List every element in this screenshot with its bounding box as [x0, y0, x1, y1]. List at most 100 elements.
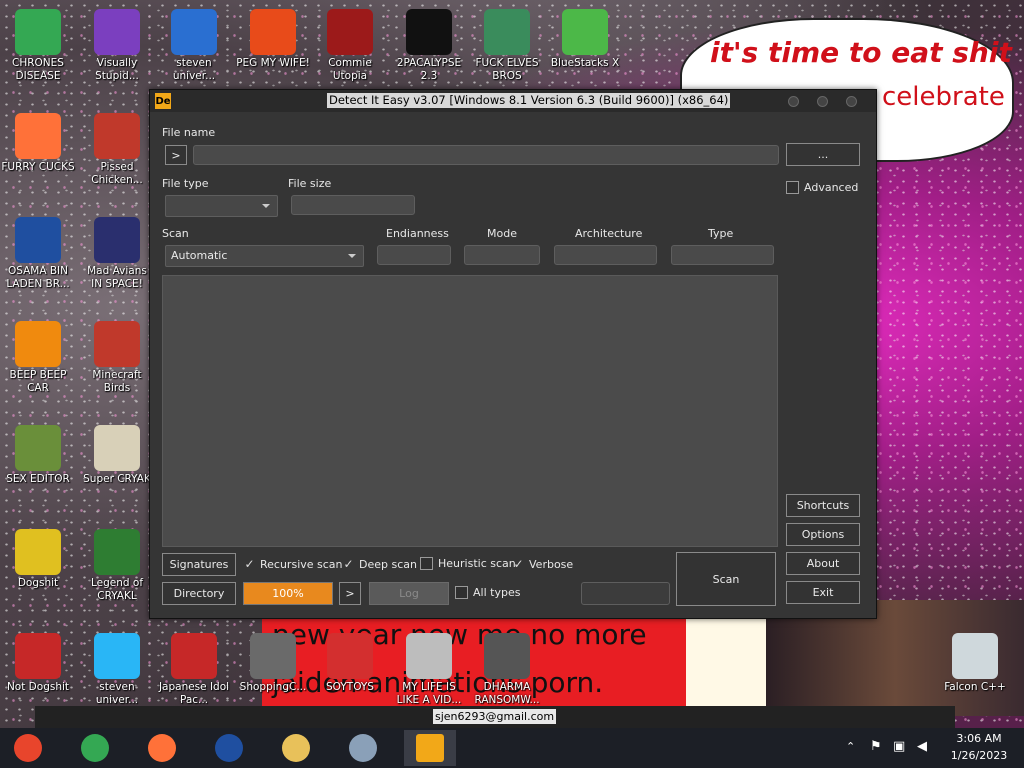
desktop-icon[interactable]: SEX EDITOR	[1, 425, 75, 486]
dogshit-icon	[15, 529, 61, 575]
desktop-icon[interactable]: steven univer...	[157, 9, 231, 83]
taskbar-glyph	[81, 734, 109, 762]
advanced-label: Advanced	[804, 181, 859, 194]
file-explorer-icon[interactable]	[270, 730, 322, 766]
log-button[interactable]: Log	[369, 582, 449, 605]
endianness-field	[377, 245, 451, 265]
detect-it-easy-icon[interactable]	[404, 730, 456, 766]
minimize-button[interactable]	[788, 96, 799, 107]
desktop-icon[interactable]: Minecraft Birds	[80, 321, 154, 395]
type-label: Type	[708, 227, 734, 240]
desktop-icon[interactable]: FUCK ELVES BROS	[470, 9, 544, 83]
desktop-icon[interactable]: CHRONES DISEASE	[1, 9, 75, 83]
desktop-icon-label: Minecraft Birds	[92, 369, 142, 394]
clock-time[interactable]: 3:06 AM	[951, 732, 1007, 745]
volume-icon[interactable]: ◀	[917, 739, 927, 754]
taskbar-glyph	[282, 734, 310, 762]
all-types-checkbox[interactable]: All types	[455, 586, 520, 599]
advanced-checkbox[interactable]: Advanced	[786, 181, 858, 194]
desktop-icon[interactable]: Legend of CRYAKL	[80, 529, 154, 603]
recursive-scan-checkbox[interactable]: ✓ Recursive scan	[244, 557, 343, 571]
chrome-old-icon[interactable]	[2, 730, 54, 766]
exit-button[interactable]: Exit	[786, 581, 860, 604]
desktop-icon[interactable]: Japanese Idol Pac...	[157, 633, 231, 707]
desktop-icon[interactable]: PEG MY WIFE!	[236, 9, 310, 70]
shortcuts-button[interactable]: Shortcuts	[786, 494, 860, 517]
mode-field	[464, 245, 540, 265]
desktop-icon-label: OSAMA BIN LADEN BR...	[6, 265, 70, 290]
scan-mode-select[interactable]: Automatic	[165, 245, 364, 267]
desktop-icon[interactable]: MY LIFE IS LIKE A VID...	[392, 633, 466, 707]
taskbar-glyph	[215, 734, 243, 762]
app-icon: De	[155, 93, 171, 109]
control-panel-icon[interactable]	[337, 730, 389, 766]
desktop-icon[interactable]: Commie Utopia	[313, 9, 387, 83]
chrome-icon[interactable]	[69, 730, 121, 766]
desktop-icon[interactable]: SOYTOYS	[313, 633, 387, 694]
visual-studio-icon	[94, 9, 140, 55]
clock-date[interactable]: 1/26/2023	[945, 749, 1013, 762]
legend-icon	[94, 529, 140, 575]
desktop-icon-label: Super CRYAK	[83, 473, 151, 485]
taskbar-glyph	[14, 734, 42, 762]
options-button[interactable]: Options	[786, 523, 860, 546]
close-button[interactable]	[846, 96, 857, 107]
file-type-select[interactable]	[165, 195, 278, 217]
desktop-icon-label: steven univer...	[172, 57, 216, 82]
desktop-icon[interactable]: Mad Avians IN SPACE!	[80, 217, 154, 291]
desktop-icon[interactable]: ShoppingC...	[236, 633, 310, 694]
status-field	[581, 582, 670, 605]
obama-logo-icon[interactable]	[203, 730, 255, 766]
deep-scan-checkbox[interactable]: ✓ Deep scan	[343, 557, 417, 571]
signatures-button[interactable]: Signatures	[162, 553, 236, 576]
desktop-icon[interactable]: Dogshit	[1, 529, 75, 590]
check-icon: ✓	[513, 557, 524, 571]
network-icon[interactable]: ▣	[893, 739, 905, 754]
desktop-icon[interactable]: OSAMA BIN LADEN BR...	[1, 217, 75, 291]
next-button[interactable]: >	[339, 582, 361, 605]
desktop-icon-label: Falcon C++	[944, 681, 1006, 693]
taskbar: ⌃ ⚑ ▣ ◀ 3:06 AM 1/26/2023	[0, 728, 1024, 768]
diamond-icon	[94, 633, 140, 679]
directory-button[interactable]: Directory	[162, 582, 236, 605]
recursive-label: Recursive scan	[260, 557, 343, 571]
heuristic-scan-checkbox[interactable]: Heuristic scan	[420, 557, 516, 570]
title-bar[interactable]: De Detect It Easy v3.07 [Windows 8.1 Ver…	[150, 90, 876, 112]
desktop-icon-label: FURRY CUCKS	[1, 161, 75, 173]
desktop-icon[interactable]: steven univer...	[80, 633, 154, 707]
detect-it-easy-window: De Detect It Easy v3.07 [Windows 8.1 Ver…	[149, 89, 877, 619]
desktop-icon[interactable]: 2PACALYPSE 2.3	[392, 9, 466, 83]
desktop-icon[interactable]: Pissed Chicken...	[80, 113, 154, 187]
desktop-icon[interactable]: Super CRYAK	[80, 425, 154, 486]
email-tag: sjen6293@gmail.com	[433, 709, 557, 724]
desktop-icon[interactable]: DHARMA RANSOMW...	[470, 633, 544, 707]
desktop-icon-label: 2PACALYPSE 2.3	[396, 57, 462, 82]
desktop-icon-label: SEX EDITOR	[6, 473, 70, 485]
file-name-field[interactable]	[193, 145, 779, 165]
desktop-icon[interactable]: BlueStacks X	[548, 9, 622, 70]
verbose-label: Verbose	[529, 557, 574, 571]
flag-icon[interactable]: ⚑	[870, 739, 882, 754]
firefox-icon[interactable]	[136, 730, 188, 766]
about-button[interactable]: About	[786, 552, 860, 575]
file-arrow-button[interactable]: >	[165, 145, 187, 165]
soytoys-icon	[327, 633, 373, 679]
vlc-icon	[15, 321, 61, 367]
browse-button[interactable]: ...	[786, 143, 860, 166]
show-hidden-icons[interactable]: ⌃	[846, 740, 855, 753]
desktop-icon[interactable]: Visually Stupid...	[80, 9, 154, 83]
cmd-icon	[406, 9, 452, 55]
verbose-checkbox[interactable]: ✓ Verbose	[513, 557, 573, 571]
desktop-icon[interactable]: Not Dogshit	[1, 633, 75, 694]
desktop-icon[interactable]: BEEP BEEP CAR	[1, 321, 75, 395]
desktop-icon[interactable]: Falcon C++	[938, 633, 1012, 694]
desktop-icon[interactable]: FURRY CUCKS	[1, 113, 75, 174]
scan-button[interactable]: Scan	[676, 552, 776, 606]
recycle-bin-icon	[952, 633, 998, 679]
results-area[interactable]	[162, 275, 778, 547]
window-title: Detect It Easy v3.07 [Windows 8.1 Versio…	[327, 93, 731, 108]
type-field	[671, 245, 774, 265]
maximize-button[interactable]	[817, 96, 828, 107]
commie-icon	[327, 9, 373, 55]
desktop-icon-label: DHARMA RANSOMW...	[474, 681, 540, 706]
